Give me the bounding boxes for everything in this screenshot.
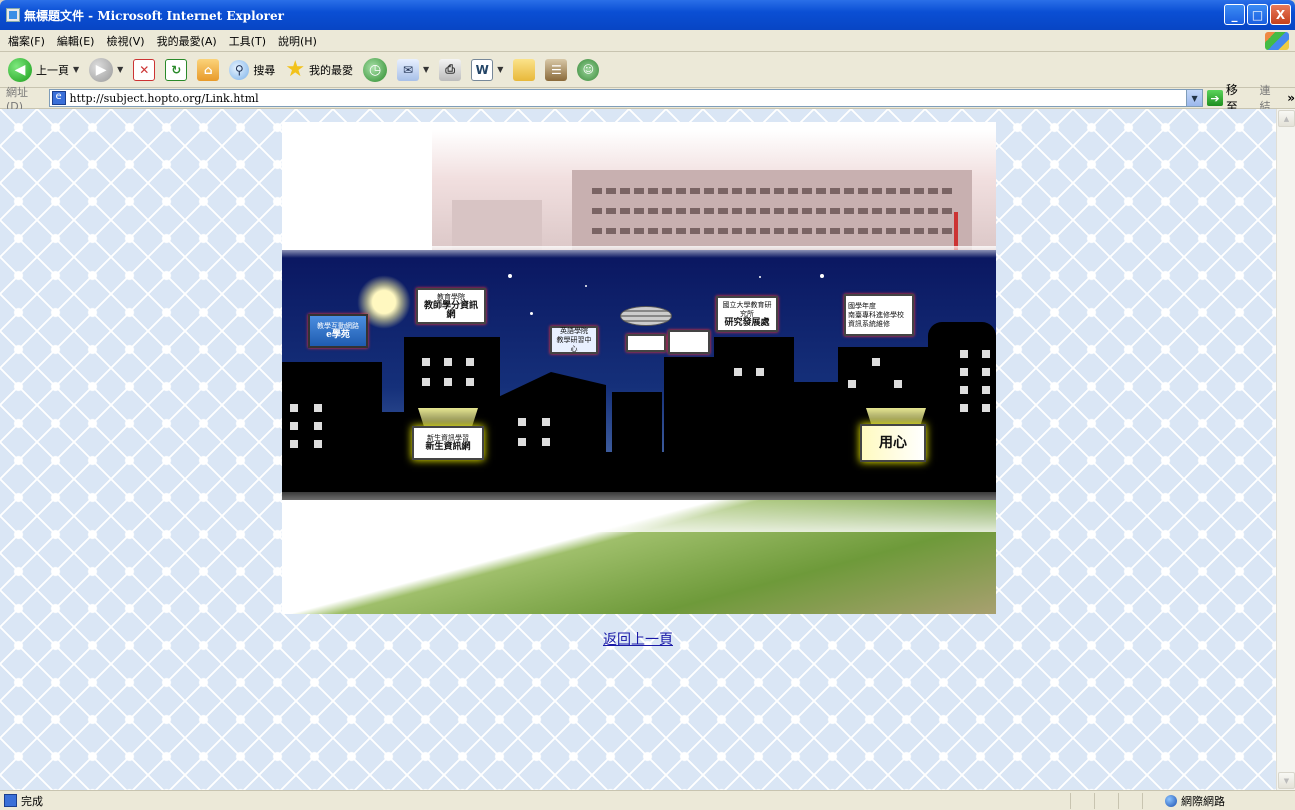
teacher-credits-billboard[interactable]: 教育學院 教師學分資訊網 [416, 288, 486, 324]
elearning-billboard[interactable]: 教學互動網路 e學苑 [308, 314, 368, 348]
globe-icon [1165, 795, 1177, 807]
back-link-row: 返回上一頁 [0, 629, 1276, 649]
maximize-button[interactable]: □ [1247, 4, 1268, 25]
star [759, 276, 761, 278]
research-billboard[interactable]: 國立大學教育研究所 研究發展處 [716, 296, 778, 332]
back-button[interactable]: ◀ 上一頁 ▼ [8, 56, 79, 84]
billboard-title: 教師學分資訊網 [423, 300, 478, 320]
page-icon [51, 91, 66, 105]
forward-button[interactable]: ▶ ▼ [89, 56, 123, 84]
edit-button[interactable]: W ▼ [471, 56, 503, 84]
small-billboard[interactable] [668, 330, 710, 354]
scroll-down-button[interactable]: ▼ [1278, 772, 1295, 789]
billboard-caption: 國立大學教育研究所 [722, 300, 772, 318]
school-billboard[interactable]: 國學年度 南臺專科進修學校 資訊系統維修 [844, 294, 914, 336]
star-icon: ★ [285, 57, 306, 82]
refresh-button[interactable]: ↻ [165, 56, 188, 84]
print-button[interactable]: ⎙ [439, 56, 462, 84]
print-icon: ⎙ [439, 58, 462, 81]
search-button[interactable]: ⚲ 搜尋 [229, 56, 275, 84]
page-done-icon [4, 794, 17, 807]
minimize-button[interactable]: _ [1224, 4, 1245, 25]
title-bar: 無標題文件 - Microsoft Internet Explorer _ □ … [0, 0, 1295, 30]
word-edit-icon: W [471, 58, 494, 81]
status-text: 完成 [21, 794, 43, 808]
forward-dropdown-icon[interactable]: ▼ [117, 65, 123, 74]
page-content: 教學互動網路 e學苑 教育學院 教師學分資訊網 英語學院 教學研習中心 國立大學… [0, 109, 1276, 790]
back-label: 上一頁 [36, 63, 69, 77]
history-icon: ◷ [363, 57, 388, 82]
scroll-up-button[interactable]: ▲ [1278, 110, 1295, 127]
menu-view[interactable]: 檢視(V) [106, 33, 144, 49]
edit-dropdown-icon[interactable]: ▼ [497, 65, 503, 74]
history-button[interactable]: ◷ [363, 56, 388, 84]
home-icon: ⌂ [197, 58, 220, 81]
standard-toolbar: ◀ 上一頁 ▼ ▶ ▼ ✕ ↻ ⌂ ⚲ 搜尋 ★ 我的最愛 ◷ ✉ ▼ ⎙ W … [0, 52, 1295, 88]
star [820, 274, 824, 278]
school-building-photo [432, 130, 996, 250]
billboard-caption: 英語學院 [560, 326, 588, 335]
star [530, 312, 533, 315]
billboard-title: 用心 [879, 434, 907, 451]
back-dropdown-icon[interactable]: ▼ [73, 65, 79, 74]
stop-button[interactable]: ✕ [133, 56, 156, 84]
english-center-billboard[interactable]: 英語學院 教學研習中心 [550, 326, 598, 354]
folder-button[interactable] [513, 56, 536, 84]
security-zone: 網際網路 [1165, 793, 1225, 809]
billboard-title: 教學研習中心 [556, 335, 592, 353]
messenger-icon: ☺ [577, 58, 600, 81]
mail-dropdown-icon[interactable]: ▼ [423, 65, 429, 74]
back-link[interactable]: 返回上一頁 [603, 632, 673, 648]
address-bar: 網址(D) http://subject.hopto.org/Link.html… [0, 83, 1295, 114]
search-label: 搜尋 [253, 63, 276, 77]
research-icon: ☰ [545, 58, 568, 81]
star [585, 285, 587, 287]
search-icon: ⚲ [229, 59, 250, 80]
mail-icon: ✉ [397, 58, 420, 81]
menu-file[interactable]: 檔案(F) [8, 33, 45, 49]
close-button[interactable]: X [1270, 4, 1291, 25]
windows-logo-icon [1265, 32, 1289, 50]
flag-pole [954, 212, 958, 250]
status-bar: 完成 網際網路 [0, 790, 1295, 810]
research-button[interactable]: ☰ [545, 56, 568, 84]
menu-favorites[interactable]: 我的最愛(A) [157, 33, 217, 49]
small-billboard[interactable] [626, 334, 666, 352]
address-url[interactable]: http://subject.hopto.org/Link.html [70, 92, 259, 105]
link-banner-image: 教學互動網路 e學苑 教育學院 教師學分資訊網 英語學院 教學研習中心 國立大學… [282, 122, 996, 614]
forward-arrow-icon: ▶ [89, 57, 114, 82]
favorites-button[interactable]: ★ 我的最愛 [285, 56, 353, 84]
stop-icon: ✕ [133, 58, 156, 81]
messenger-button[interactable]: ☺ [577, 56, 600, 84]
billboard-title: 研究發展處 [724, 317, 770, 328]
billboard-title: 新生資訊網 [425, 442, 471, 452]
go-arrow-icon: ➔ [1207, 90, 1223, 106]
back-arrow-icon: ◀ [8, 57, 32, 82]
mail-button[interactable]: ✉ ▼ [397, 56, 429, 84]
menu-tools[interactable]: 工具(T) [229, 33, 266, 49]
menu-help[interactable]: 說明(H) [278, 33, 317, 49]
star [508, 274, 512, 278]
refresh-icon: ↻ [165, 58, 188, 81]
chevron-right-icon[interactable]: » [1287, 91, 1295, 105]
favorites-label: 我的最愛 [309, 63, 354, 77]
menu-bar: 檔案(F) 編輯(E) 檢視(V) 我的最愛(A) 工具(T) 說明(H) [0, 30, 1295, 52]
home-button[interactable]: ⌂ [197, 56, 220, 84]
ie-page-icon [6, 8, 20, 22]
billboard-line: 國學年度 [848, 301, 876, 310]
address-input[interactable]: http://subject.hopto.org/Link.html ▼ [48, 89, 1204, 107]
billboard-line: 資訊系統維修 [848, 319, 890, 328]
billboard-title: e學苑 [326, 330, 350, 340]
window-controls: _ □ X [1224, 4, 1291, 25]
vertical-scrollbar[interactable]: ▲ ▼ [1276, 109, 1295, 790]
freshman-info-billboard[interactable]: 新生資訊學習 新生資訊網 [412, 426, 484, 460]
zone-label: 網際網路 [1181, 795, 1225, 808]
billboard-line: 南臺專科進修學校 [848, 310, 904, 319]
address-dropdown-icon[interactable]: ▼ [1186, 90, 1203, 106]
heart-billboard[interactable]: 用心 [860, 424, 926, 462]
menu-edit[interactable]: 編輯(E) [57, 33, 95, 49]
folder-icon [513, 58, 536, 81]
blimp [620, 306, 672, 326]
window-title: 無標題文件 - Microsoft Internet Explorer [24, 8, 284, 23]
